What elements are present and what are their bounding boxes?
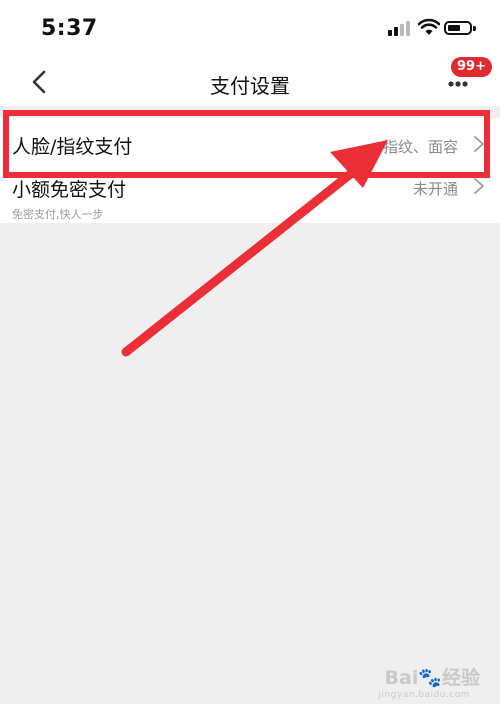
watermark-url: jingyan.baidu.com	[378, 690, 470, 700]
row-title: 人脸/指纹支付	[12, 136, 133, 158]
row-title: 小额免密支付	[12, 179, 127, 201]
row-value: 未开通	[412, 180, 458, 198]
more-options-icon[interactable]	[440, 74, 480, 94]
row-value: 指纹、面容	[382, 138, 458, 156]
battery-icon	[444, 21, 476, 35]
chevron-right-icon	[474, 178, 484, 194]
status-time: 5:37	[41, 16, 98, 41]
nav-bar: 支付设置	[0, 56, 500, 106]
small-amount-pay-row[interactable]: 小额免密支付 免密支付,快人一步 未开通	[0, 171, 500, 223]
notification-badge: 99+	[451, 57, 492, 77]
page-title: 支付设置	[210, 74, 290, 98]
chevron-right-icon	[474, 136, 484, 152]
face-fingerprint-pay-row[interactable]: 人脸/指纹支付 指纹、面容	[0, 118, 500, 171]
row-subtitle: 免密支付,快人一步	[12, 208, 104, 221]
signal-icon	[388, 21, 410, 36]
watermark: Bai🐾经验	[384, 667, 480, 689]
wifi-icon	[418, 18, 440, 35]
status-icons	[388, 18, 478, 40]
status-bar: 5:37	[0, 0, 500, 56]
settings-list: 人脸/指纹支付 指纹、面容 小额免密支付 免密支付,快人一步 未开通	[0, 118, 500, 223]
